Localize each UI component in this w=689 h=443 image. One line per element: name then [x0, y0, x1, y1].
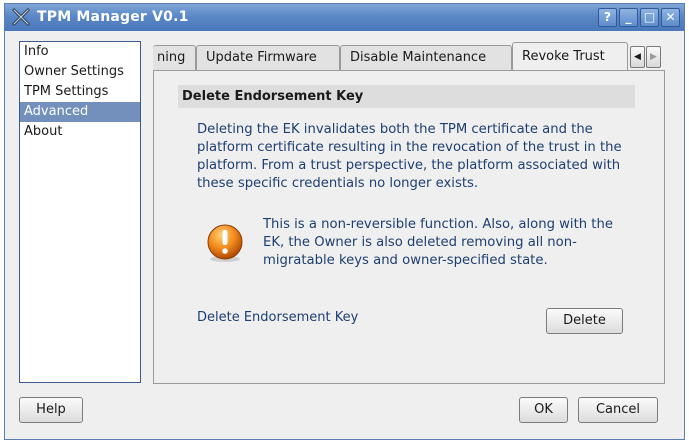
warning-text: This is a non-reversible function. Also,… [263, 217, 613, 268]
sidebar-item-advanced[interactable]: Advanced [20, 102, 140, 122]
main-window: TPM Manager V0.1 ? _ □ ✕ Info Owner Sett… [4, 3, 685, 440]
tab-scroll-right-button[interactable]: ▶ [646, 46, 661, 68]
delete-endorsement-key-label: Delete Endorsement Key [197, 310, 359, 325]
delete-button[interactable]: Delete [546, 308, 623, 334]
tab-disable-maintenance[interactable]: Disable Maintenance [340, 45, 512, 70]
sidebar-item-info[interactable]: Info [20, 42, 140, 62]
sidebar-item-owner-settings[interactable]: Owner Settings [20, 62, 140, 82]
tab-label: ning [157, 50, 186, 65]
sidebar-item-about[interactable]: About [20, 122, 140, 142]
warning-icon [207, 224, 243, 262]
tab-label: Revoke Trust [522, 49, 605, 64]
cancel-button[interactable]: Cancel [578, 397, 658, 423]
tab-revoke-trust[interactable]: Revoke Trust [512, 42, 628, 71]
tab-label: Disable Maintenance [350, 50, 487, 65]
title-bar[interactable]: TPM Manager V0.1 ? _ □ ✕ [5, 4, 684, 31]
revoke-trust-panel: Delete Endorsement Key Deleting the EK i… [153, 70, 665, 384]
close-button[interactable]: ✕ [661, 8, 680, 27]
app-x-icon [12, 8, 30, 26]
tab-update-firmware[interactable]: Update Firmware [196, 45, 340, 70]
help-title-button[interactable]: ? [598, 8, 617, 27]
section-description: Deleting the EK invalidates both the TPM… [197, 122, 622, 191]
tab-truncated[interactable]: ning [153, 45, 196, 70]
tab-bar: ning Update Firmware Disable Maintenance… [153, 42, 665, 71]
window-title: TPM Manager V0.1 [37, 9, 189, 25]
sidebar-list[interactable]: Info Owner Settings TPM Settings Advance… [19, 41, 141, 383]
maximize-button[interactable]: □ [640, 8, 659, 27]
help-button[interactable]: Help [19, 397, 83, 423]
minimize-button[interactable]: _ [619, 8, 638, 27]
section-title: Delete Endorsement Key [178, 85, 635, 108]
ok-button[interactable]: OK [519, 397, 568, 423]
tab-scroll-left-button[interactable]: ◀ [630, 46, 645, 68]
sidebar-item-tpm-settings[interactable]: TPM Settings [20, 82, 140, 102]
tab-label: Update Firmware [206, 50, 317, 65]
